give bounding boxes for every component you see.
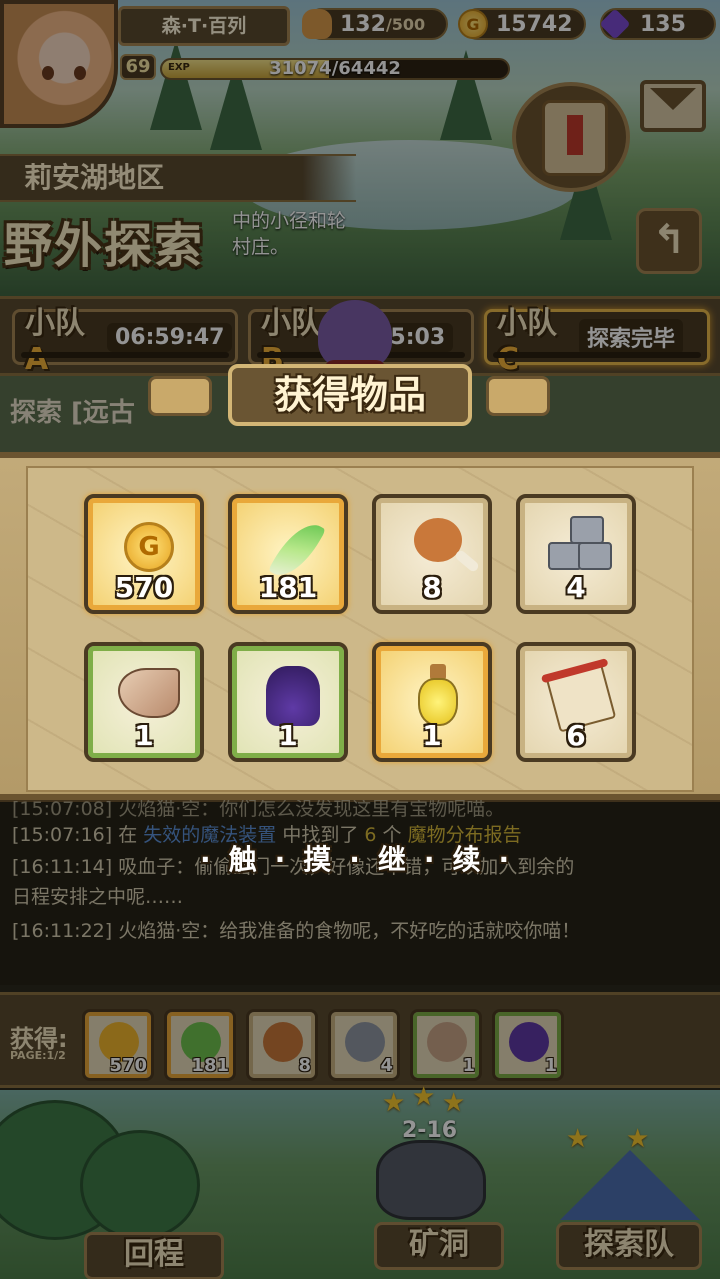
squad-name: 小队A	[25, 305, 85, 377]
event-log: [15:07:08] 火焰猫·空：你们怎么没发现这里有宝物呢喵。 [15:07:…	[0, 798, 720, 985]
mail-button[interactable]	[640, 80, 706, 132]
reward-item-slot[interactable]: 1	[372, 642, 492, 762]
exp-bar: EXP 31074/64442	[160, 58, 510, 80]
star-icon: ★	[626, 1124, 650, 1154]
item-count: 181	[258, 571, 318, 604]
title-ornament	[148, 376, 212, 416]
reward-modal-title: 获得物品	[228, 364, 472, 426]
squad-a-tab[interactable]: 小队A 06:59:47	[12, 306, 238, 377]
item-count: 8	[298, 1055, 311, 1076]
map-button[interactable]	[512, 82, 630, 192]
log-line: [16:11:22] 火焰猫·空：给我准备的食物呢，不好吃的话就咬你喵！	[12, 920, 581, 942]
player-avatar[interactable]	[0, 0, 118, 128]
reward-item-grid: G 570 181 8 4 1 1 1 6	[84, 494, 638, 770]
item-count: 570	[114, 571, 174, 604]
big-tree	[80, 1130, 200, 1240]
item-count: 570	[109, 1055, 147, 1076]
item-count: 1	[422, 719, 442, 752]
squad-status: 探索完毕	[579, 319, 684, 355]
squad-progress	[21, 352, 229, 358]
reward-item-slot[interactable]: 1	[84, 642, 204, 762]
gain-item-slot[interactable]: 4	[328, 1009, 400, 1081]
gain-item-slot[interactable]: 8	[246, 1009, 318, 1081]
mine-level: 2-16	[402, 1118, 458, 1143]
page-title: 野外探索	[4, 218, 205, 274]
bread-max: /500	[385, 14, 426, 34]
reward-modal-header: 获得物品	[148, 364, 552, 428]
bread-icon	[302, 9, 332, 39]
star-icon: ★	[382, 1088, 406, 1118]
explore-team-tent[interactable]	[560, 1150, 700, 1220]
reward-item-slot[interactable]: G 570	[84, 494, 204, 614]
return-button[interactable]: 回程	[84, 1232, 224, 1279]
item-count: 6	[566, 719, 586, 752]
star-icon: ★	[412, 1082, 436, 1112]
gain-bar: 获得: PAGE:1/2 570 181 8 4 1 1	[0, 992, 720, 1088]
bread-counter[interactable]: 132 /500	[302, 8, 448, 40]
player-level: 69	[120, 54, 156, 80]
reward-item-slot[interactable]: 8	[372, 494, 492, 614]
item-count: 4	[566, 571, 586, 604]
gain-item-slot[interactable]: 181	[164, 1009, 236, 1081]
mine-rock[interactable]	[376, 1140, 486, 1220]
star-icon: ★	[442, 1088, 466, 1118]
gain-item-slot[interactable]: 1	[410, 1009, 482, 1081]
star-icon: ★	[566, 1124, 590, 1154]
reward-item-slot[interactable]: 4	[516, 494, 636, 614]
gold-counter[interactable]: G 15742	[458, 8, 586, 40]
horn-icon	[427, 1022, 467, 1062]
reward-item-slot[interactable]: 1	[228, 642, 348, 762]
gain-item-slot[interactable]: 1	[492, 1009, 564, 1081]
pine-tree	[150, 40, 202, 130]
map-scroll-icon	[542, 100, 608, 176]
stone-blocks-icon	[345, 1022, 385, 1062]
item-count: 181	[191, 1055, 229, 1076]
region-description: 中的小径和轮 村庄。	[232, 208, 346, 260]
exp-text: 31074/64442	[269, 58, 401, 79]
gain-item-slot[interactable]: 570	[82, 1009, 154, 1081]
item-count: 4	[380, 1055, 393, 1076]
purple-tentacle-icon	[509, 1022, 549, 1062]
player-name: 森·T·百列	[118, 6, 290, 46]
game-screen: 森·T·百列 69 EXP 31074/64442 132 /500 G 157…	[0, 0, 720, 1279]
title-ornament	[486, 376, 550, 416]
avatar-eye	[42, 66, 54, 80]
gold-coin-icon: G	[458, 9, 488, 39]
gold-value: 15742	[496, 11, 573, 37]
gain-page-indicator[interactable]: PAGE:1/2	[10, 1049, 66, 1062]
squad-c-tab[interactable]: 小队C 探索完毕	[484, 306, 710, 377]
purple-gem-icon	[599, 8, 631, 40]
item-count: 1	[544, 1055, 557, 1076]
reward-item-slot[interactable]: 181	[228, 494, 348, 614]
explore-team-button[interactable]: 探索队	[556, 1222, 702, 1270]
log-line: 日程安排之中呢……	[12, 886, 184, 908]
gem-counter[interactable]: 135	[599, 8, 716, 40]
drumstick-icon	[263, 1022, 303, 1062]
back-button[interactable]: ↰	[636, 208, 702, 274]
item-count: 1	[462, 1055, 475, 1076]
squad-progress	[493, 352, 701, 358]
squad-timer: 06:59:47	[107, 322, 233, 352]
item-count: 1	[134, 719, 154, 752]
reward-item-slot[interactable]: 6	[516, 642, 636, 762]
region-desc-line: 村庄。	[232, 236, 290, 258]
item-count: 8	[422, 571, 442, 604]
bread-value: 132	[340, 11, 386, 37]
tap-to-continue-hint[interactable]: ·触·摸·继·续·	[200, 838, 527, 878]
gem-value: 135	[640, 11, 686, 37]
region-desc-line: 中的小径和轮	[232, 210, 347, 232]
item-count: 1	[278, 719, 298, 752]
region-name: 莉安湖地区	[0, 154, 356, 202]
avatar-eye	[74, 66, 86, 80]
mine-button[interactable]: 矿洞	[374, 1222, 504, 1270]
explore-status-line: 探索 [远古	[10, 398, 135, 428]
